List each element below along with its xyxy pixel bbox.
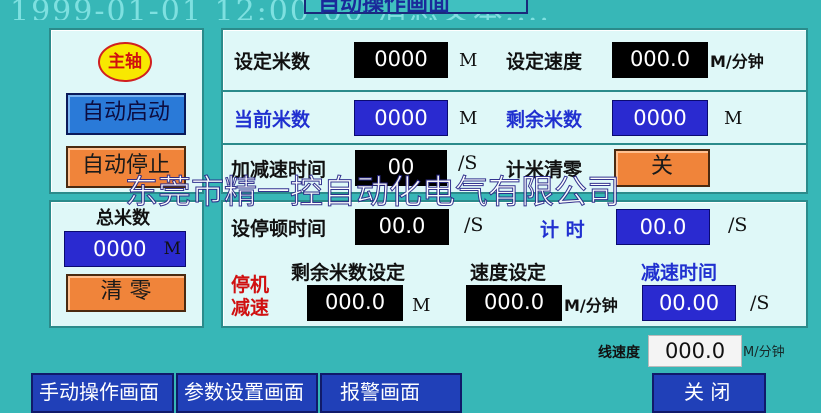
decel-time-value: 00.00 xyxy=(642,285,736,321)
remaining-set-label: 剩余米数设定 xyxy=(291,262,406,284)
close-button[interactable]: 关 闭 xyxy=(652,373,766,413)
speed-set-label: 速度设定 xyxy=(470,262,547,284)
screen-title-box: 自动操作画面 xyxy=(304,0,528,17)
line-speed-value: 000.0 xyxy=(648,335,742,367)
spindle-label: 主轴 xyxy=(108,52,142,72)
pause-time-unit: /S xyxy=(464,214,484,236)
timer-label: 计 时 xyxy=(540,219,585,241)
timer-unit: /S xyxy=(728,214,748,236)
current-meters-unit: M xyxy=(459,108,478,129)
meter-clear-toggle[interactable]: 关 xyxy=(614,149,710,187)
set-speed-input[interactable]: 000.0 xyxy=(612,42,708,78)
remaining-set-input[interactable]: 000.0 xyxy=(307,285,403,321)
total-meters-unit: M xyxy=(163,239,181,259)
set-meters-input[interactable]: 0000 xyxy=(354,42,448,78)
divider xyxy=(223,90,806,92)
set-speed-label: 设定速度 xyxy=(506,51,583,73)
clear-total-button[interactable]: 清 零 xyxy=(66,274,186,312)
line-speed-label: 线速度 xyxy=(598,345,640,361)
decel-time-unit: /S xyxy=(750,292,770,314)
screen-title: 自动操作画面 xyxy=(318,0,451,17)
manual-screen-button[interactable]: 手动操作画面 xyxy=(31,373,174,413)
speed-set-unit: M/分钟 xyxy=(564,296,618,315)
line-speed-unit: M/分钟 xyxy=(743,345,785,360)
parameter-screen-button[interactable]: 参数设置画面 xyxy=(176,373,318,413)
stop-decel-label-line2: 减速 xyxy=(231,297,270,319)
alarm-screen-button[interactable]: 报警画面 xyxy=(320,373,462,413)
remaining-meters-label: 剩余米数 xyxy=(506,109,583,131)
remaining-meters-value: 0000 xyxy=(612,100,708,136)
current-meters-label: 当前米数 xyxy=(234,109,311,131)
remaining-set-unit: M xyxy=(412,295,431,316)
set-meters-unit: M xyxy=(459,50,478,71)
title-bar: 1999-01-01 12:00:00 消息文本.... 自动操作画面 xyxy=(0,0,821,20)
pause-time-label: 设停顿时间 xyxy=(231,218,327,240)
auto-start-button[interactable]: 自动启动 xyxy=(66,93,186,135)
decel-time-label: 减速时间 xyxy=(641,262,718,284)
spindle-indicator-icon: 主轴 xyxy=(98,42,152,82)
divider xyxy=(223,143,806,145)
timer-value: 00.0 xyxy=(616,209,710,245)
company-watermark: 东莞市精一控自动化电气有限公司 xyxy=(125,172,621,212)
total-meters-value: 0000 M xyxy=(64,231,186,267)
set-speed-unit: M/分钟 xyxy=(710,52,764,71)
speed-set-input[interactable]: 000.0 xyxy=(466,285,562,321)
pause-time-input[interactable]: 00.0 xyxy=(355,209,449,245)
set-meters-label: 设定米数 xyxy=(234,51,311,73)
current-meters-value: 0000 xyxy=(354,100,448,136)
remaining-meters-unit: M xyxy=(724,108,743,129)
